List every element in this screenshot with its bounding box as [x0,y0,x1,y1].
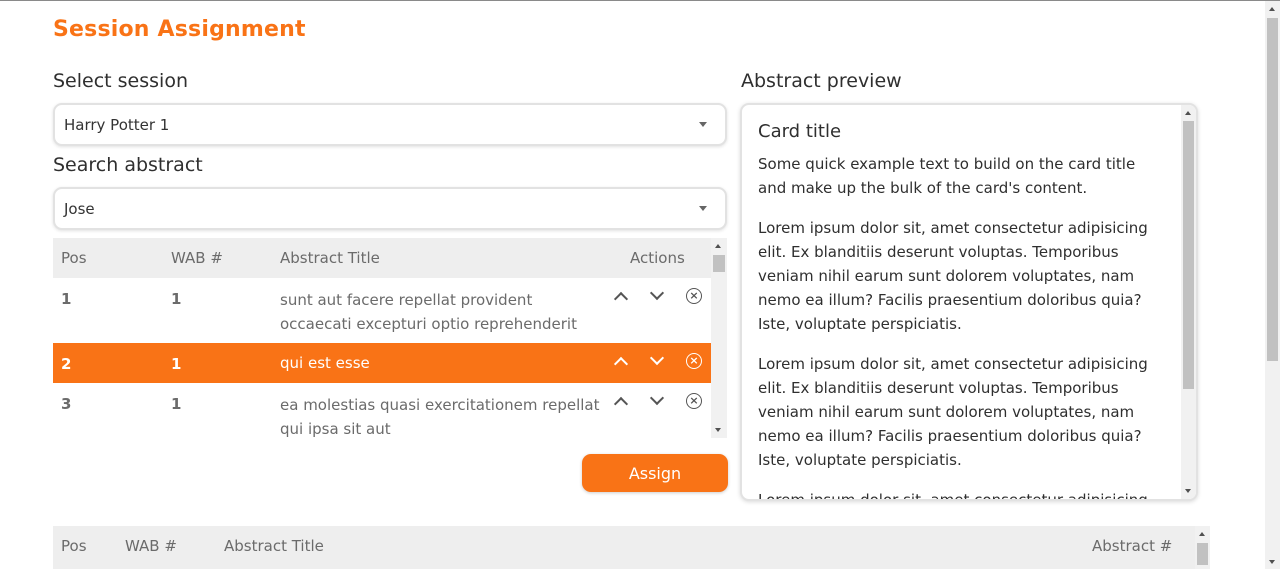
scroll-down-arrow-icon[interactable] [715,428,721,432]
chevron-down-icon[interactable] [647,390,667,412]
chevron-up-icon[interactable] [611,287,631,307]
preview-scrollbar[interactable] [1181,105,1196,499]
scroll-up-arrow-icon[interactable] [1269,7,1275,11]
assigned-abstracts-table-header: Pos WAB # Abstract Title Abstract # [53,526,1195,569]
scroll-up-arrow-icon[interactable] [1185,111,1191,115]
table-row[interactable]: 3 1 ea molestias quasi exercitationem re… [53,383,711,438]
scrollbar-thumb[interactable] [1183,121,1194,389]
page-scrollbar[interactable] [1265,1,1280,569]
scrollbar-thumb[interactable] [1267,18,1278,361]
row-pos: 2 [61,355,72,373]
card-title: Card title [758,121,842,142]
header-wab: WAB # [171,249,223,267]
table-row[interactable]: 1 1 sunt aut facere repellat provident o… [53,278,711,343]
header-abstract-title: Abstract Title [224,537,324,555]
caret-down-icon [699,122,707,127]
card-paragraph: Lorem ipsum dolor sit, amet consectetur … [758,219,1148,333]
caret-down-icon [699,206,707,211]
header-abstract-number: Abstract # [1092,537,1173,555]
row-wab: 1 [171,290,182,308]
scroll-down-arrow-icon[interactable] [1269,560,1275,564]
chevron-down-icon[interactable] [647,285,667,307]
table-scrollbar[interactable] [711,238,727,438]
assign-button[interactable]: Assign [582,454,728,492]
scroll-up-arrow-icon[interactable] [715,244,721,248]
row-pos: 1 [61,290,72,308]
chevron-up-icon[interactable] [611,392,631,412]
assigned-table-scrollbar[interactable] [1195,526,1210,569]
scroll-down-arrow-icon[interactable] [1185,489,1191,493]
scroll-up-arrow-icon[interactable] [1199,532,1205,536]
row-title: sunt aut facere repellat provident occae… [280,291,577,333]
chevron-down-icon[interactable] [647,350,667,372]
card-paragraph: Lorem ipsum dolor sit, amet consectetur … [758,491,1148,501]
abstract-search-select[interactable]: Jose [53,187,727,230]
page-title: Session Assignment [53,17,306,42]
header-pos: Pos [61,537,87,555]
header-wab: WAB # [125,537,177,555]
card-paragraph: Lorem ipsum dolor sit, amet consectetur … [758,355,1148,469]
abstract-preview-card: Card title Some quick example text to bu… [740,103,1198,501]
session-select[interactable]: Harry Potter 1 [53,103,727,146]
header-abstract-title: Abstract Title [280,249,380,267]
abstract-table: Pos WAB # Abstract Title Actions 1 1 sun… [53,238,711,438]
table-header: Pos WAB # Abstract Title Actions [53,238,711,278]
row-wab: 1 [171,355,182,373]
scrollbar-thumb[interactable] [713,255,725,272]
scrollbar-thumb[interactable] [1197,543,1208,565]
select-session-label: Select session [53,70,188,92]
row-wab: 1 [171,395,182,413]
table-row-selected[interactable]: 2 1 qui est esse × [53,343,711,383]
close-circle-icon[interactable]: × [684,392,704,412]
close-circle-icon[interactable]: × [684,352,704,372]
card-text: Some quick example text to build on the … [758,155,1136,197]
row-title: qui est esse [280,354,370,372]
row-pos: 3 [61,395,72,413]
abstract-search-value: Jose [64,200,95,218]
session-select-value: Harry Potter 1 [64,116,170,134]
chevron-up-icon[interactable] [611,352,631,372]
close-circle-icon[interactable]: × [684,287,704,307]
row-title: ea molestias quasi exercitationem repell… [280,396,600,438]
search-abstract-label: Search abstract [53,154,203,176]
header-actions: Actions [630,249,685,267]
header-pos: Pos [61,249,87,267]
abstract-preview-label: Abstract preview [741,70,902,92]
